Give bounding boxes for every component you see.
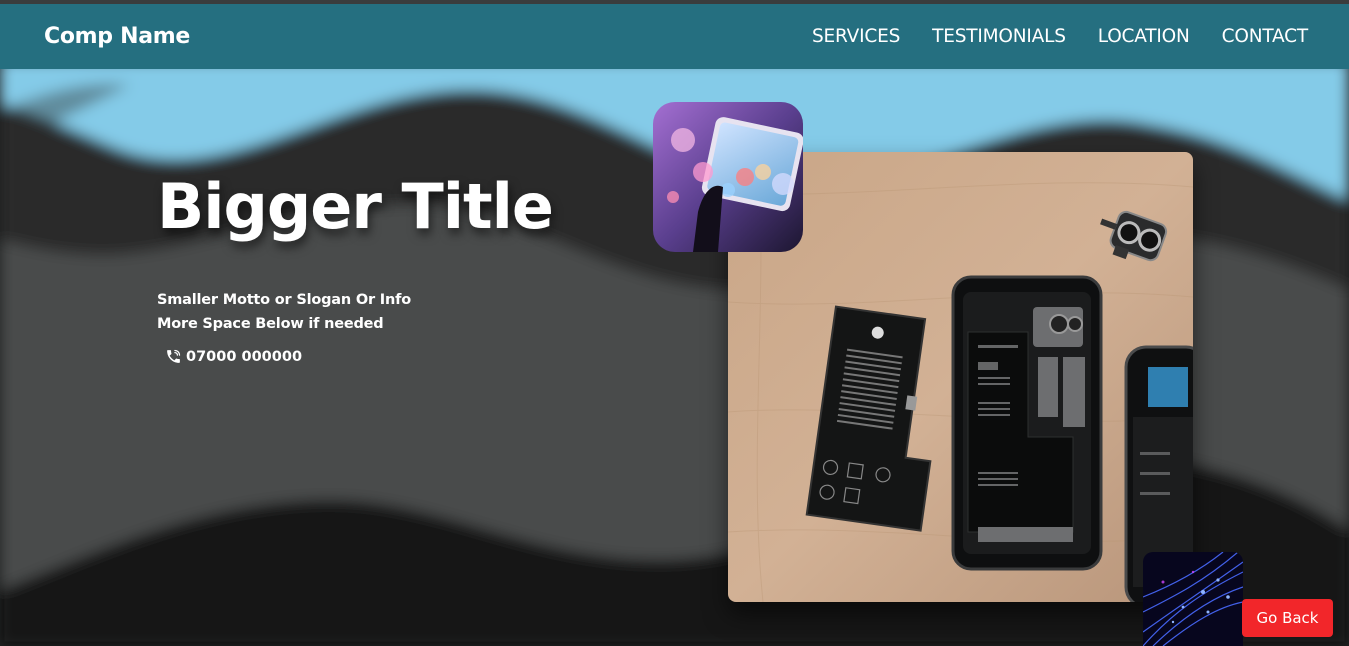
phone-link[interactable]: 07000 000000 xyxy=(165,348,553,365)
brand-logo-link[interactable]: Comp Name xyxy=(44,24,190,49)
phone-bokeh-photo xyxy=(653,102,803,252)
phone-number: 07000 000000 xyxy=(186,348,303,365)
hero-section: Bigger Title Smaller Motto or Slogan Or … xyxy=(157,170,554,365)
hero-title: Bigger Title xyxy=(157,170,554,243)
nav-link-services[interactable]: SERVICES xyxy=(812,26,900,47)
nav-link-location[interactable]: LOCATION xyxy=(1098,26,1190,47)
motto-line-2: More Space Below if needed xyxy=(157,316,384,333)
fiber-optic-photo xyxy=(1143,552,1243,646)
nav-link-testimonials[interactable]: TESTIMONIALS xyxy=(932,26,1066,47)
go-back-button[interactable]: Go Back xyxy=(1242,599,1333,637)
hero-motto: Smaller Motto or Slogan Or Info More Spa… xyxy=(157,288,553,336)
nav-link-contact[interactable]: CONTACT xyxy=(1222,26,1309,47)
top-edge xyxy=(0,0,1349,4)
nav-links: SERVICES TESTIMONIALS LOCATION CONTACT xyxy=(812,26,1308,47)
navbar: Comp Name SERVICES TESTIMONIALS LOCATION… xyxy=(0,4,1349,69)
motto-line-1: Smaller Motto or Slogan Or Info xyxy=(157,292,411,309)
phone-icon xyxy=(165,348,182,365)
